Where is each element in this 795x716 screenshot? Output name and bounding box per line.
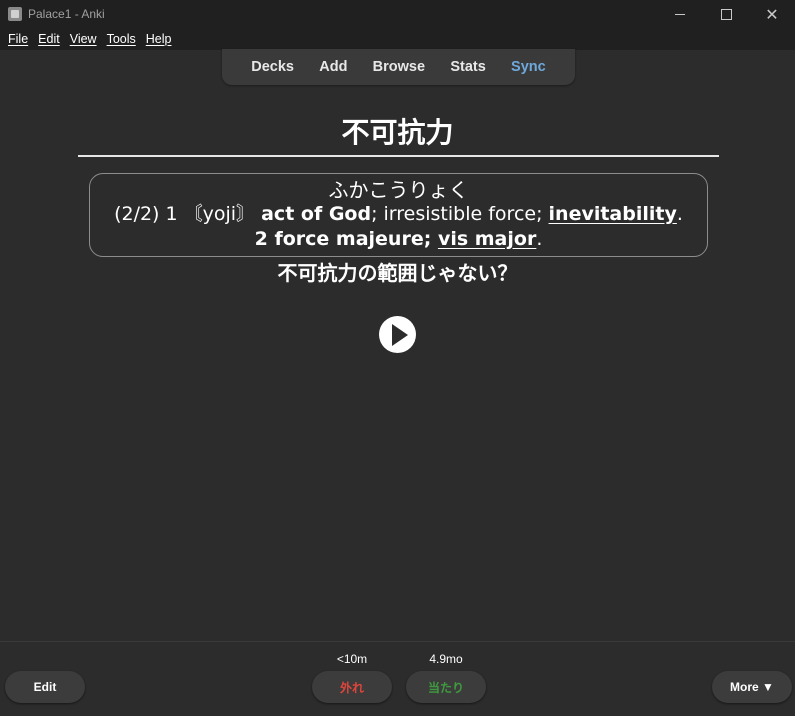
browse-link[interactable]: Browse — [373, 59, 425, 75]
definition-2-end: . — [536, 228, 543, 250]
answer-divider — [78, 155, 719, 157]
menu-edit[interactable]: Edit — [33, 32, 65, 46]
definition-prefix: (2/2) 1 〘yoji〙 — [114, 203, 262, 225]
card-front-word: 不可抗力 — [341, 116, 454, 149]
edit-button[interactable]: Edit — [5, 671, 85, 703]
add-link[interactable]: Add — [319, 59, 347, 75]
title-bar: Palace1 - Anki ✕ — [0, 0, 795, 28]
bottom-bar: Edit <10m 外れ 4.9mo 当たり More ▼ — [0, 641, 795, 716]
main-toolbar: Decks Add Browse Stats Sync — [222, 49, 575, 85]
reading-text: ふかこうりょく — [328, 178, 469, 202]
stats-link[interactable]: Stats — [450, 59, 485, 75]
definition-box: ふかこうりょく (2/2) 1 〘yoji〙 act of God; irres… — [89, 173, 708, 257]
menu-help[interactable]: Help — [141, 32, 177, 46]
maximize-icon[interactable] — [703, 0, 749, 28]
window-controls: ✕ — [657, 0, 795, 28]
minimize-icon[interactable] — [657, 0, 703, 28]
decks-link[interactable]: Decks — [251, 59, 294, 75]
more-button[interactable]: More ▼ — [712, 671, 792, 703]
menu-bar: File Edit View Tools Help — [0, 28, 795, 50]
card-view: 不可抗力 ふかこうりょく (2/2) 1 〘yoji〙 act of God; … — [0, 85, 795, 641]
menu-tools[interactable]: Tools — [102, 32, 141, 46]
definition-line-1: (2/2) 1 〘yoji〙 act of God; irresistible … — [90, 202, 707, 227]
inevitability-link[interactable]: inevitability — [549, 203, 677, 225]
play-audio-icon[interactable] — [379, 316, 416, 353]
good-button[interactable]: 当たり — [406, 671, 486, 703]
again-interval: <10m — [336, 652, 368, 666]
menu-view[interactable]: View — [65, 32, 102, 46]
anki-app-icon — [8, 7, 22, 21]
good-interval: 4.9mo — [429, 652, 463, 666]
again-button[interactable]: 外れ — [312, 671, 392, 703]
definition-end: . — [676, 203, 683, 225]
window-title: Palace1 - Anki — [28, 7, 105, 21]
definition-line-2: 2 force majeure; vis major. — [90, 227, 707, 252]
definition-bold: act of God — [261, 203, 372, 225]
vis-major-link[interactable]: vis major — [438, 228, 536, 250]
definition-2-bold: 2 force majeure; — [254, 228, 438, 250]
definition-middle: ; irresistible force; — [371, 203, 549, 225]
menu-file[interactable]: File — [3, 32, 33, 46]
close-icon[interactable]: ✕ — [749, 0, 795, 28]
example-sentence: 不可抗力の範囲じゃない？ — [277, 261, 518, 285]
sync-link[interactable]: Sync — [511, 59, 546, 75]
